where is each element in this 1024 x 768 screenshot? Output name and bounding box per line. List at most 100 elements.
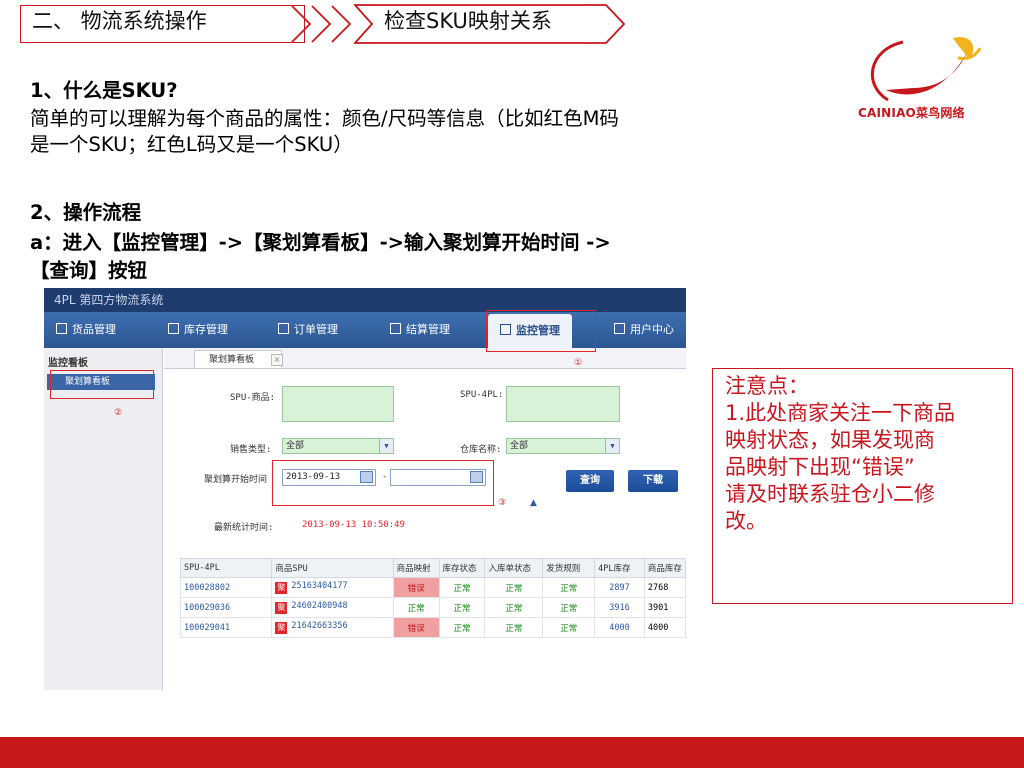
col-stock-status[interactable]: 库存状态	[438, 558, 486, 578]
sales-type-value: 全部	[286, 441, 305, 451]
cell-ship-rule: 正常	[542, 577, 596, 598]
col-goods-spu[interactable]: 商品SPU	[271, 558, 394, 578]
user-icon	[614, 323, 625, 334]
nav-settlement[interactable]: 结算管理	[390, 312, 450, 348]
nav-goods-label: 货品管理	[72, 323, 116, 336]
cell-goods-spu[interactable]: 聚 21642663356	[271, 617, 394, 638]
table-row[interactable]: 100029036 聚 24602400948 正常 正常 正常 正常 3916 …	[179, 597, 686, 618]
nav-inventory[interactable]: 库存管理	[168, 312, 228, 348]
tab-bar: 聚划算看板 ×	[164, 348, 686, 369]
warehouse-select[interactable]: 全部 ▼	[506, 438, 620, 454]
cell-goods-stock: 4000	[643, 617, 686, 638]
q1-line1: 简单的可以理解为每个商品的属性：颜色/尺码等信息（比如红色M码	[30, 107, 619, 130]
cell-inbound-status: 正常	[484, 597, 544, 618]
cell-goods-stock: 2768	[643, 577, 686, 598]
q1-title: 1、什么是SKU?	[30, 79, 178, 102]
cell-stock-status: 正常	[438, 617, 486, 638]
note-line2: 1.此处商家关注一下商品	[725, 401, 956, 425]
mapping-value: 错误	[407, 583, 425, 594]
col-goods-stock[interactable]: 商品库存	[643, 558, 686, 578]
stat-time-value: 2013-09-13 10:50:49	[302, 520, 405, 530]
app-title: 4PL 第四方物流系统	[44, 288, 686, 312]
spu-4pl-label: SPU-4PL:	[460, 390, 504, 400]
ju-badge-icon: 聚	[275, 622, 288, 634]
chevron-arrows-icon	[291, 5, 352, 43]
warehouse-label: 仓库名称:	[460, 445, 502, 455]
spu-goods-input[interactable]	[282, 386, 394, 422]
tab-ju-board-label: 聚划算看板	[209, 355, 255, 365]
cell-mapping-error: 错误	[392, 577, 440, 598]
cell-inbound-status: 正常	[484, 577, 544, 598]
table-row[interactable]: 100028802 聚 25163404177 错误 正常 正常 正常 2897 …	[179, 577, 686, 598]
q2-title: 2、操作流程	[30, 201, 142, 224]
highlight-date-range	[272, 460, 494, 506]
stat-time-label: 最新统计时间:	[214, 523, 274, 533]
mapping-value: 错误	[407, 623, 425, 634]
cell-ship-rule: 正常	[542, 617, 596, 638]
tab-ju-board[interactable]: 聚划算看板 ×	[194, 350, 283, 368]
nav-settlement-label: 结算管理	[406, 323, 450, 336]
cell-mapping-error: 错误	[392, 617, 440, 638]
nav-orders[interactable]: 订单管理	[278, 312, 338, 348]
cell-spu-4pl[interactable]: 100029041	[179, 617, 273, 638]
marker-1: ①	[574, 358, 583, 368]
cell-4pl-stock: 3916	[594, 597, 645, 618]
triangle-up-icon: ▲	[530, 498, 537, 508]
logo-text: CAINIAO菜鸟网络	[858, 106, 965, 120]
cell-4pl-stock: 4000	[594, 617, 645, 638]
cell-goods-spu[interactable]: 聚 25163404177	[271, 577, 394, 598]
main-panel: 聚划算看板 × SPU-商品: SPU-4PL: 销售类型: 全部 ▼ 仓库名称: …	[164, 348, 686, 690]
cell-goods-spu[interactable]: 聚 24602400948	[271, 597, 394, 618]
settle-icon	[390, 323, 401, 334]
warehouse-value: 全部	[510, 441, 529, 451]
table-header-row: SPU-4PL 商品SPU 商品映射 库存状态 入库单状态 发货规则 4PL库存…	[179, 558, 686, 578]
col-ship-rule[interactable]: 发货规则	[542, 558, 596, 578]
footer-bar	[0, 737, 1024, 768]
cell-spu-4pl[interactable]: 100028802	[179, 577, 273, 598]
col-4pl-stock[interactable]: 4PL库存	[594, 558, 645, 578]
spu-goods-label: SPU-商品:	[230, 393, 276, 403]
highlight-monitor-nav	[486, 310, 596, 352]
cell-spu-4pl[interactable]: 100029036	[179, 597, 273, 618]
start-time-label: 聚划算开始时间	[204, 475, 268, 485]
chevron-down-icon: ▼	[379, 439, 393, 453]
q1-line2: 是一个SKU；红色L码又是一个SKU）	[30, 133, 353, 156]
cell-inbound-status: 正常	[484, 617, 544, 638]
cell-goods-stock: 3901	[643, 597, 686, 618]
cell-stock-status: 正常	[438, 577, 486, 598]
nav-goods[interactable]: 货品管理	[56, 312, 116, 348]
query-button[interactable]: 查询	[566, 470, 614, 492]
col-spu-4pl[interactable]: SPU-4PL	[179, 558, 273, 578]
cell-stock-status: 正常	[438, 597, 486, 618]
goods-spu-value: 24602400948	[291, 601, 348, 611]
section-label: 二、 物流系统操作	[32, 9, 207, 33]
sidebar-header[interactable]: 监控看板	[48, 354, 88, 369]
chevron-down-icon: ▼	[605, 439, 619, 453]
note-line3: 映射状态，如果发现商	[725, 428, 935, 452]
nav-orders-label: 订单管理	[294, 323, 338, 336]
nav-user-center[interactable]: 用户中心	[614, 312, 674, 348]
goods-spu-value: 25163404177	[291, 581, 348, 591]
note-line1: 注意点：	[725, 374, 809, 398]
ju-badge-icon: 聚	[275, 602, 288, 614]
sku-table: SPU-4PL 商品SPU 商品映射 库存状态 入库单状态 发货规则 4PL库存…	[179, 558, 686, 638]
goods-spu-value: 21642663356	[291, 621, 348, 631]
cell-4pl-stock: 2897	[594, 577, 645, 598]
cell-mapping: 正常	[392, 597, 440, 618]
col-mapping[interactable]: 商品映射	[392, 558, 440, 578]
topic-label: 检查SKU映射关系	[384, 9, 552, 33]
nav-user-center-label: 用户中心	[630, 323, 674, 336]
close-icon[interactable]: ×	[271, 354, 283, 366]
col-inbound-status[interactable]: 入库单状态	[484, 558, 544, 578]
box-icon	[168, 323, 179, 334]
ju-badge-icon: 聚	[275, 582, 288, 594]
q2-line1: a：进入【监控管理】->【聚划算看板】->输入聚划算开始时间 ->	[30, 231, 611, 254]
table-row[interactable]: 100029041 聚 21642663356 错误 正常 正常 正常 4000 …	[179, 617, 686, 638]
spu-4pl-input[interactable]	[506, 386, 620, 422]
download-button[interactable]: 下载	[628, 470, 678, 492]
sales-type-select[interactable]: 全部 ▼	[282, 438, 394, 454]
highlight-sidebar-item	[50, 370, 154, 399]
note-line5: 请及时联系驻仓小二修	[725, 482, 935, 506]
marker-3: ③	[498, 498, 507, 508]
grid-icon	[56, 323, 67, 334]
